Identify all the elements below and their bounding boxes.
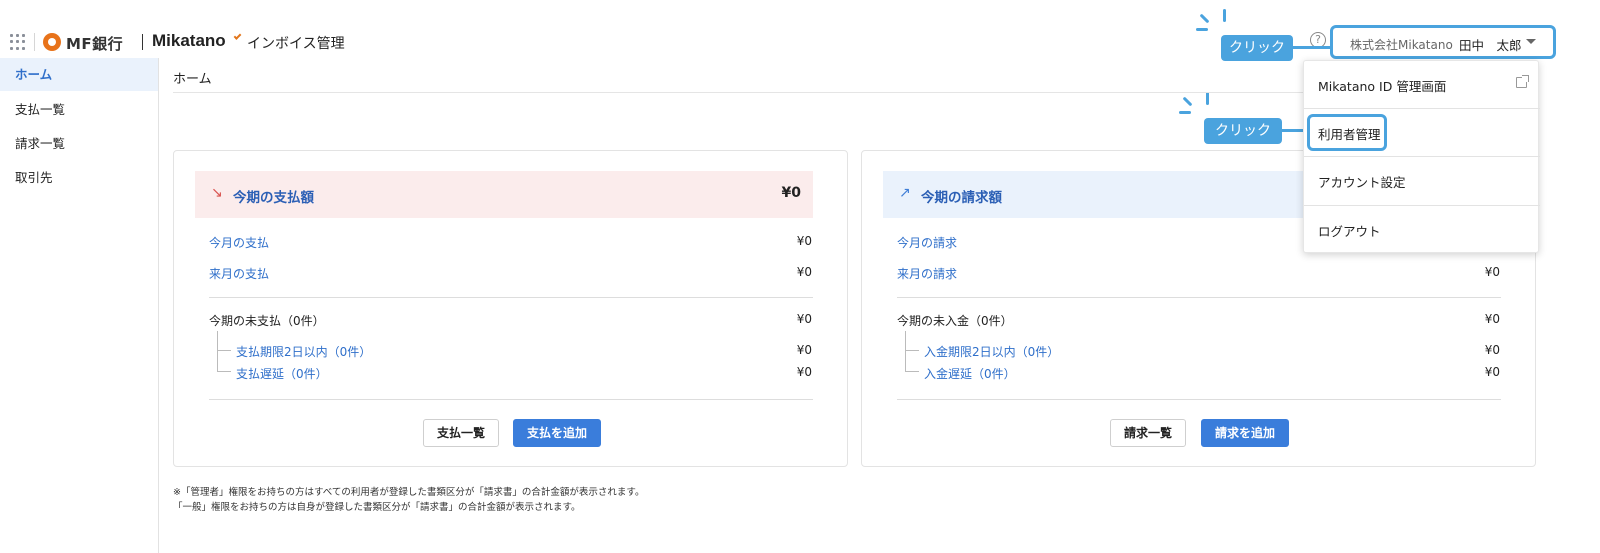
tree-connector	[905, 371, 919, 372]
callout-spark-icon	[1182, 96, 1193, 107]
callout-spark-icon	[1196, 28, 1208, 31]
menu-item-label: ログアウト	[1318, 224, 1381, 239]
billing-card-title: 今期の請求額	[921, 190, 1002, 206]
next-month-billing-value: ¥0	[1484, 265, 1500, 279]
payment-total-amount: ¥0	[781, 185, 801, 201]
menu-item-mikatano-id[interactable]: Mikatano ID 管理画面	[1304, 61, 1540, 109]
tree-connector	[217, 371, 231, 372]
general-user-note: 「一般」権限をお持ちの方は自身が登録した書類区分が「請求書」の合計金額が表示され…	[173, 502, 581, 513]
brand-check-icon	[233, 32, 242, 40]
brand-divider	[142, 34, 143, 50]
arrow-up-right-icon: ↗	[899, 185, 911, 201]
user-name: 田中 太郎	[1459, 38, 1522, 53]
page-title: ホーム	[173, 72, 212, 87]
callout-spark-icon	[1179, 111, 1191, 114]
unreceived-value: ¥0	[1484, 312, 1500, 326]
menu-item-logout[interactable]: ログアウト	[1304, 206, 1540, 254]
header-divider	[34, 33, 35, 51]
callout-spark-icon	[1223, 9, 1226, 22]
chevron-down-icon	[1526, 39, 1536, 44]
card-divider	[897, 399, 1501, 400]
payment-due-soon-value: ¥0	[796, 343, 812, 357]
add-invoice-button[interactable]: 請求を追加	[1201, 419, 1289, 447]
payment-card-title: 今期の支払額	[233, 190, 314, 206]
this-month-payment-value: ¥0	[796, 234, 812, 248]
sidebar-item-payments[interactable]: 支払一覧	[0, 93, 158, 126]
sidebar-item-home[interactable]: ホーム	[0, 58, 158, 91]
payment-summary-card: ↘ 今期の支払額 ¥0 今月の支払 ¥0 来月の支払 ¥0 今期の未支払（0件）…	[173, 150, 848, 467]
this-month-billing-link[interactable]: 今月の請求	[897, 234, 957, 251]
receipt-late-link[interactable]: 入金遅延（0件）	[924, 365, 1016, 382]
add-payment-button[interactable]: 支払を追加	[513, 419, 601, 447]
receipt-due-soon-link[interactable]: 入金期限2日以内（0件）	[924, 343, 1059, 360]
tree-connector	[905, 350, 919, 351]
menu-item-account-settings[interactable]: アカウント設定	[1304, 157, 1540, 205]
this-month-payment-link[interactable]: 今月の支払	[209, 234, 269, 251]
payment-late-link[interactable]: 支払遅延（0件）	[236, 365, 328, 382]
unreceived-label: 今期の未入金（0件）	[897, 314, 1013, 328]
unpaid-label: 今期の未支払（0件）	[209, 314, 325, 328]
menu-item-label: Mikatano ID 管理画面	[1318, 79, 1447, 94]
arrow-down-right-icon: ↘	[211, 185, 223, 201]
click-callout-user-management: クリック	[1204, 118, 1282, 144]
external-link-icon	[1516, 75, 1529, 88]
menu-item-label: アカウント設定	[1318, 175, 1406, 190]
product-name: インボイス管理	[247, 36, 345, 52]
unpaid-value: ¥0	[796, 312, 812, 326]
card-divider	[209, 399, 813, 400]
next-month-payment-value: ¥0	[796, 265, 812, 279]
click-callout-user-menu: クリック	[1221, 35, 1293, 61]
sidebar-item-invoices[interactable]: 請求一覧	[0, 127, 158, 160]
bank-logo-icon	[43, 33, 61, 51]
bank-name: MF銀行	[66, 35, 124, 53]
receipt-due-soon-value: ¥0	[1484, 343, 1500, 357]
app-grid-icon[interactable]	[10, 34, 26, 50]
user-dropdown-menu: Mikatano ID 管理画面 利用者管理 アカウント設定 ログアウト	[1303, 60, 1540, 254]
callout-spark-icon	[1206, 92, 1209, 105]
payment-card-header: ↘ 今期の支払額 ¥0	[195, 171, 813, 218]
payment-late-value: ¥0	[796, 365, 812, 379]
sidebar-item-partners[interactable]: 取引先	[0, 161, 158, 194]
tree-connector	[217, 331, 218, 371]
payment-due-soon-link[interactable]: 支払期限2日以内（0件）	[236, 343, 371, 360]
payment-list-button[interactable]: 支払一覧	[423, 419, 499, 447]
sidebar: ホーム 支払一覧 請求一覧 取引先	[0, 58, 159, 553]
tree-connector	[905, 331, 906, 371]
invoice-list-button[interactable]: 請求一覧	[1110, 419, 1186, 447]
tree-connector	[217, 350, 231, 351]
card-divider	[209, 297, 813, 298]
next-month-billing-link[interactable]: 来月の請求	[897, 265, 957, 282]
callout-connector	[1293, 46, 1330, 49]
next-month-payment-link[interactable]: 来月の支払	[209, 265, 269, 282]
brand-logo[interactable]: Mikatano	[152, 31, 226, 51]
receipt-late-value: ¥0	[1484, 365, 1500, 379]
top-header: MF銀行 Mikatano インボイス管理 ? 株式会社Mikatano 田中 …	[0, 0, 1600, 59]
highlight-user-management	[1307, 114, 1387, 151]
card-divider	[897, 297, 1501, 298]
user-company: 株式会社Mikatano	[1350, 38, 1453, 52]
user-menu-button[interactable]: 株式会社Mikatano 田中 太郎	[1330, 25, 1556, 59]
admin-note: ※「管理者」権限をお持ちの方はすべての利用者が登録した書類区分が「請求書」の合計…	[173, 487, 645, 498]
